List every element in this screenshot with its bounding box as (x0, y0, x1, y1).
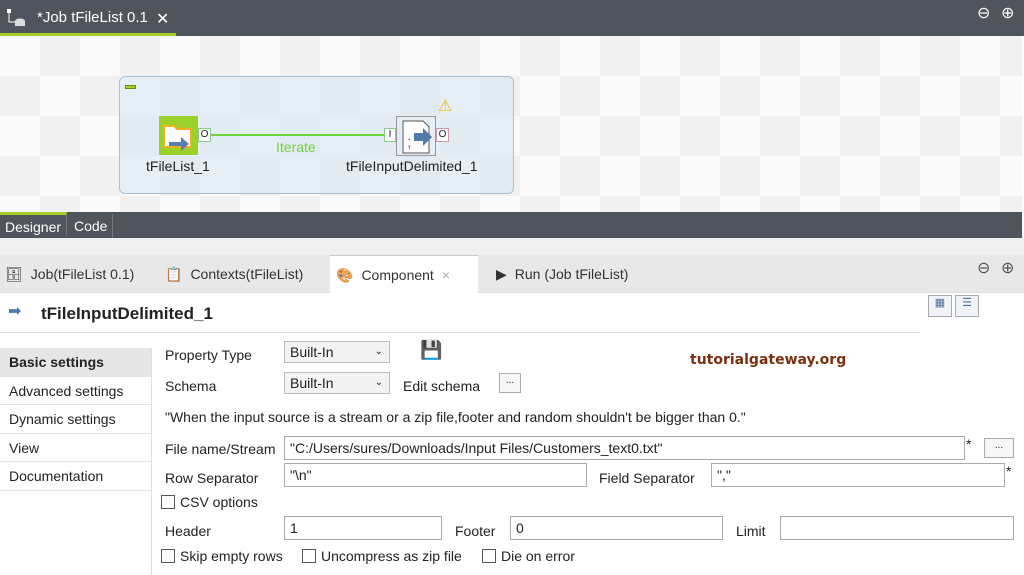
job-icon: 🗄 (5, 266, 23, 282)
header-label: Header (165, 523, 211, 539)
tfilelist-component-icon[interactable] (159, 116, 198, 155)
sidebar-item-documentation[interactable]: Documentation (0, 462, 151, 491)
checkbox[interactable] (161, 495, 175, 509)
minimize-icon[interactable]: ⊖ (977, 258, 990, 278)
job-tab-label: *Job tFileList 0.1 (37, 9, 148, 26)
checkbox[interactable] (482, 549, 496, 563)
required-marker: * (966, 436, 972, 452)
limit-label: Limit (736, 523, 766, 539)
property-type-label: Property Type (165, 347, 252, 363)
palette-icon: 🎨 (336, 266, 354, 283)
svg-text:;: ; (407, 134, 411, 151)
sidebar-item-basic-settings[interactable]: Basic settings (0, 348, 151, 377)
sidebar-item-advanced-settings[interactable]: Advanced settings (0, 377, 151, 405)
checkbox[interactable] (302, 549, 316, 563)
close-icon[interactable]: × (442, 256, 450, 294)
file-name-input[interactable]: "C:/Users/sures/Downloads/Input Files/Cu… (284, 436, 965, 460)
browse-file-button[interactable]: ... (984, 438, 1014, 458)
notice-text: "When the input source is a stream or a … (165, 409, 746, 425)
csv-options-label: CSV options (180, 494, 258, 510)
file-name-label: File name/Stream (165, 441, 276, 457)
schema-value: Built-In (290, 375, 334, 391)
list-layout-icon[interactable]: ☰ (955, 295, 979, 317)
job-editor-tab[interactable]: *Job tFileList 0.1 ✕ (0, 0, 176, 36)
header-input[interactable]: 1 (284, 516, 442, 540)
output-port-2[interactable]: O (436, 128, 449, 142)
warning-icon: ⚠ (438, 98, 453, 115)
skip-empty-rows-checkbox[interactable]: Skip empty rows (161, 548, 283, 564)
uncompress-zip-checkbox[interactable]: Uncompress as zip file (302, 548, 462, 564)
settings-sidebar: Basic settings Advanced settings Dynamic… (0, 348, 152, 575)
schema-label: Schema (165, 378, 217, 394)
maximize-icon[interactable]: ⊕ (1001, 3, 1014, 23)
row-separator-input[interactable]: "\n" (284, 463, 587, 487)
tab-job[interactable]: 🗄 Job(tFileList 0.1) (5, 255, 134, 293)
field-separator-label: Field Separator (599, 470, 695, 486)
run-icon: ▶ (496, 266, 507, 282)
tab-label: Job(tFileList 0.1) (30, 266, 135, 282)
checkbox[interactable] (161, 549, 175, 563)
tab-component[interactable]: 🎨 Component × (330, 255, 478, 293)
csv-options-checkbox[interactable]: CSV options (161, 494, 258, 510)
die-on-error-checkbox[interactable]: Die on error (482, 548, 575, 564)
tab-run[interactable]: ▶ Run (Job tFileList) (496, 255, 628, 293)
component-icon: ➡ (8, 303, 22, 320)
sidebar-item-dynamic-settings[interactable]: Dynamic settings (0, 405, 151, 434)
tab-designer[interactable]: Designer (0, 212, 68, 236)
watermark: tutorialgateway.org (690, 352, 847, 368)
tab-code[interactable]: Code (69, 214, 114, 238)
edit-schema-button[interactable]: ... (499, 373, 521, 393)
limit-input[interactable] (780, 516, 1014, 540)
designer-code-bar (0, 212, 1022, 238)
tab-label: Component (361, 266, 434, 283)
field-separator-input[interactable]: "," (711, 463, 1005, 487)
required-marker: * (1006, 463, 1012, 479)
tab-contexts[interactable]: 📋 Contexts(tFileList) (165, 255, 303, 293)
row-separator-label: Row Separator (165, 470, 259, 486)
maximize-icon[interactable]: ⊕ (1001, 258, 1014, 278)
separator (0, 238, 1024, 255)
footer-input[interactable]: 0 (510, 516, 723, 540)
footer-label: Footer (455, 523, 496, 539)
save-icon[interactable]: 💾 (420, 340, 442, 361)
sidebar-item-view[interactable]: View (0, 434, 151, 462)
component-title: tFileInputDelimited_1 (41, 304, 213, 323)
output-port[interactable]: O (198, 128, 211, 142)
iterate-link[interactable] (211, 134, 384, 136)
grid-layout-icon[interactable]: ▦ (928, 295, 952, 317)
iterate-link-label: Iterate (276, 139, 316, 155)
job-icon (6, 8, 26, 28)
minimize-icon[interactable]: ⊖ (977, 3, 990, 23)
input-port[interactable]: I (384, 128, 396, 142)
close-icon[interactable]: ✕ (156, 9, 169, 29)
tab-label: Contexts(tFileList) (190, 266, 304, 282)
collapse-icon[interactable] (125, 85, 136, 89)
property-type-select[interactable]: Built-In ⌄ (284, 341, 390, 363)
component-label-tfilelist: tFileList_1 (146, 158, 210, 174)
schema-select[interactable]: Built-In ⌄ (284, 372, 390, 394)
uncompress-zip-label: Uncompress as zip file (321, 548, 462, 564)
tab-label: Run (Job tFileList) (514, 266, 629, 282)
property-type-value: Built-In (290, 344, 334, 360)
skip-empty-rows-label: Skip empty rows (180, 548, 283, 564)
component-header: ➡ tFileInputDelimited_1 (0, 293, 920, 333)
die-on-error-label: Die on error (501, 548, 575, 564)
component-label-tfileinputdelimited: tFileInputDelimited_1 (346, 158, 478, 174)
tfileinputdelimited-component-icon[interactable]: ; (396, 116, 436, 156)
clipboard-icon: 📋 (165, 266, 183, 282)
edit-schema-label: Edit schema (403, 378, 481, 394)
